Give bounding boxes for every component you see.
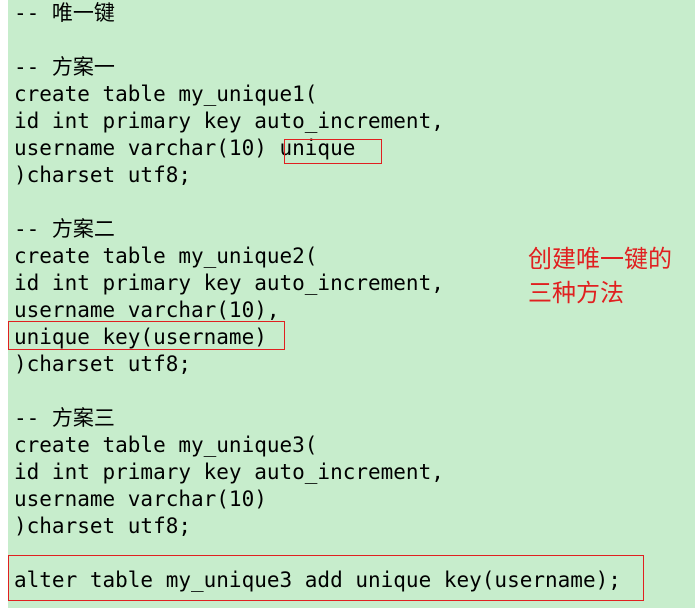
code-line-16: -- 方案三 [14,406,115,430]
code-line-11: id int primary key auto_increment, [14,271,444,295]
code-line-17: create table my_unique3( [14,433,318,457]
code-line-20: )charset utf8; [14,514,192,538]
highlight-alter-statement [8,555,644,601]
annotation-line-1: 创建唯一键的 [528,245,672,273]
code-line-19: username varchar(10) [14,487,267,511]
code-line-9: -- 方案二 [14,217,115,241]
code-line-12: username varchar(10), [14,298,280,322]
code-line-1: -- 唯一键 [14,1,115,25]
highlight-unique-keyword [284,139,382,164]
annotation-line-2: 三种方法 [528,279,624,307]
code-line-14: )charset utf8; [14,352,192,376]
code-line-3: -- 方案一 [14,55,115,79]
code-line-10: create table my_unique2( [14,244,318,268]
code-line-7: )charset utf8; [14,163,192,187]
code-line-5: id int primary key auto_increment, [14,109,444,133]
highlight-unique-key-clause [8,321,285,350]
code-editor: -- 唯一键 -- 方案一 create table my_unique1( i… [8,0,695,608]
code-line-18: id int primary key auto_increment, [14,460,444,484]
code-line-4: create table my_unique1( [14,82,318,106]
